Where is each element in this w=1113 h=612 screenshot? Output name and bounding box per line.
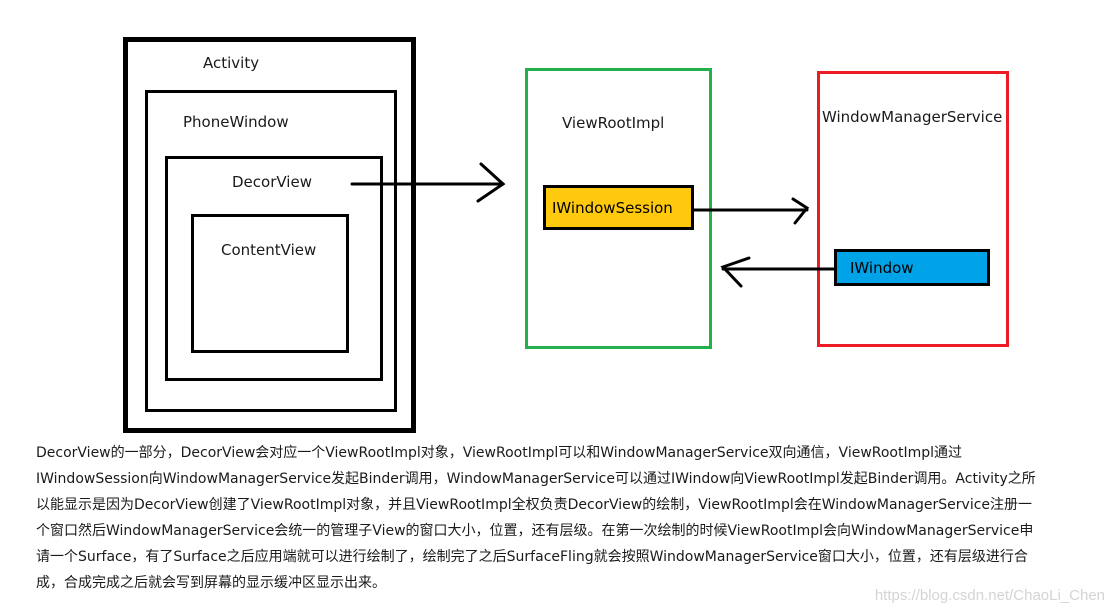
decor-view-label: DecorView (232, 173, 312, 191)
iwindow-box: IWindow (834, 249, 990, 286)
view-root-impl-label: ViewRootImpl (562, 114, 665, 132)
description-line: 个窗口然后WindowManagerService会统一的管理子View的窗口大… (36, 523, 1034, 539)
description-line: 以能显示是因为DecorView创建了ViewRootImpl对象，并且View… (36, 497, 1033, 513)
content-view-label: ContentView (221, 241, 317, 259)
description-line: DecorView的一部分，DecorView会对应一个ViewRootImpl… (36, 445, 963, 461)
iwindow-session-box: IWindowSession (543, 185, 694, 230)
window-manager-service-label: WindowManagerService (822, 108, 1003, 126)
iwindow-session-label: IWindowSession (552, 198, 673, 217)
activity-label: Activity (203, 54, 260, 72)
watermark: https://blog.csdn.net/ChaoLi_Chen (874, 587, 1105, 604)
description-line: IWindowSession向WindowManagerService发起Bin… (36, 471, 1036, 487)
content-view-box (191, 214, 349, 353)
iwindow-label: IWindow (850, 258, 914, 277)
description-line: 请一个Surface，有了Surface之后应用端就可以进行绘制了，绘制完了之后… (36, 549, 1028, 565)
phone-window-label: PhoneWindow (183, 113, 289, 131)
description-text: DecorView的一部分，DecorView会对应一个ViewRootImpl… (36, 440, 1106, 596)
